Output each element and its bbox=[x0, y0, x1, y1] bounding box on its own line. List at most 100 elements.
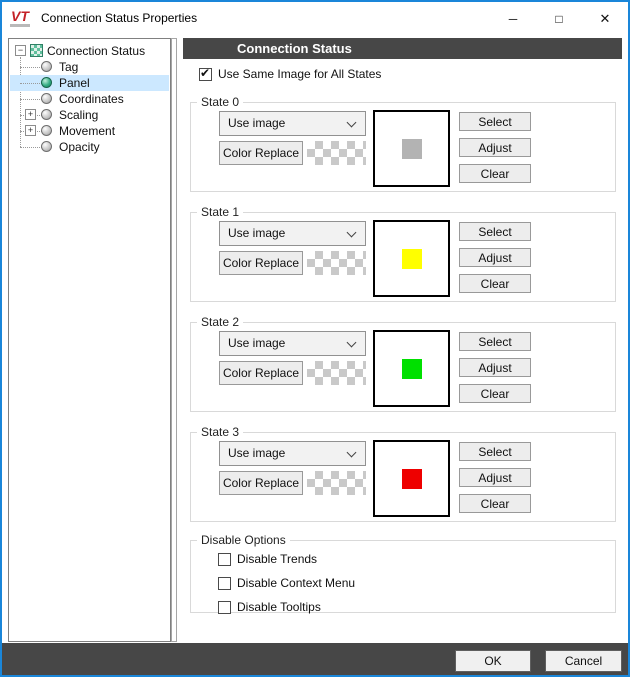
state-0-color-replace-button[interactable]: Color Replace bbox=[219, 141, 303, 165]
dropdown-value: Use image bbox=[228, 336, 285, 350]
state-3-group: State 3 Use image Color Replace Select A… bbox=[190, 432, 616, 522]
state-0-mode-dropdown[interactable]: Use image bbox=[219, 111, 366, 136]
chevron-down-icon bbox=[347, 338, 357, 348]
tree-item-movement[interactable]: + Movement bbox=[10, 123, 169, 139]
dropdown-value: Use image bbox=[228, 446, 285, 460]
minimize-icon: ─ bbox=[509, 12, 518, 26]
window-controls: ─ □ ✕ bbox=[490, 2, 628, 36]
ok-button[interactable]: OK bbox=[455, 650, 531, 672]
state-0-title: State 0 bbox=[197, 95, 243, 109]
state-2-clear-button[interactable]: Clear bbox=[459, 384, 531, 403]
tree-item-label: Scaling bbox=[59, 108, 98, 122]
state-2-adjust-button[interactable]: Adjust bbox=[459, 358, 531, 377]
state-1-clear-button[interactable]: Clear bbox=[459, 274, 531, 293]
property-tree: − Connection Status Tag Panel Coordinate… bbox=[10, 43, 169, 155]
tree-item-panel[interactable]: Panel bbox=[10, 75, 169, 91]
state-2-mode-dropdown[interactable]: Use image bbox=[219, 331, 366, 356]
disable-context-menu-checkbox[interactable] bbox=[218, 577, 231, 590]
titlebar[interactable]: VT Connection Status Properties ─ □ ✕ bbox=[2, 2, 628, 36]
disable-tooltips-row[interactable]: Disable Tooltips bbox=[218, 599, 321, 615]
minimize-button[interactable]: ─ bbox=[490, 2, 536, 36]
cancel-button[interactable]: Cancel bbox=[545, 650, 622, 672]
chevron-down-icon bbox=[347, 118, 357, 128]
close-icon: ✕ bbox=[600, 11, 611, 27]
state-1-adjust-button[interactable]: Adjust bbox=[459, 248, 531, 267]
state-2-group: State 2 Use image Color Replace Select A… bbox=[190, 322, 616, 412]
use-same-image-row[interactable]: ✔ Use Same Image for All States bbox=[199, 66, 381, 82]
tree-item-label: Panel bbox=[59, 76, 90, 90]
use-same-image-label[interactable]: Use Same Image for All States bbox=[218, 67, 381, 81]
expand-icon[interactable]: + bbox=[25, 109, 36, 120]
tree-item-scaling[interactable]: + Scaling bbox=[10, 107, 169, 123]
disable-context-menu-label[interactable]: Disable Context Menu bbox=[237, 576, 355, 590]
state-3-mode-dropdown[interactable]: Use image bbox=[219, 441, 366, 466]
disable-tooltips-checkbox[interactable] bbox=[218, 601, 231, 614]
tree-item-opacity[interactable]: Opacity bbox=[10, 139, 169, 155]
state-3-select-button[interactable]: Select bbox=[459, 442, 531, 461]
disable-context-menu-row[interactable]: Disable Context Menu bbox=[218, 575, 355, 591]
property-tree-panel: − Connection Status Tag Panel Coordinate… bbox=[8, 38, 171, 642]
node-circle-icon bbox=[41, 109, 52, 120]
tree-item-tag[interactable]: Tag bbox=[10, 59, 169, 75]
tree-item-coordinates[interactable]: Coordinates bbox=[10, 91, 169, 107]
state-3-clear-button[interactable]: Clear bbox=[459, 494, 531, 513]
state-1-color-replace-button[interactable]: Color Replace bbox=[219, 251, 303, 275]
checkmark-icon: ✔ bbox=[200, 66, 210, 80]
dialog-window: VT Connection Status Properties ─ □ ✕ − … bbox=[0, 0, 630, 677]
node-circle-icon bbox=[41, 141, 52, 152]
transparent-color-swatch bbox=[307, 471, 366, 495]
state-1-mode-dropdown[interactable]: Use image bbox=[219, 221, 366, 246]
disable-options-title: Disable Options bbox=[197, 533, 290, 547]
state-0-group: State 0 Use image Color Replace Select A… bbox=[190, 102, 616, 192]
state-2-color-replace-button[interactable]: Color Replace bbox=[219, 361, 303, 385]
footer-bar: OK Cancel bbox=[2, 643, 628, 675]
state-2-image-preview bbox=[373, 330, 450, 407]
disable-trends-checkbox[interactable] bbox=[218, 553, 231, 566]
tree-item-label: Connection Status bbox=[47, 44, 145, 58]
state-2-select-button[interactable]: Select bbox=[459, 332, 531, 351]
state-0-select-button[interactable]: Select bbox=[459, 112, 531, 131]
transparent-color-swatch bbox=[307, 361, 366, 385]
maximize-icon: □ bbox=[555, 12, 562, 26]
node-circle-icon bbox=[41, 61, 52, 72]
collapse-icon[interactable]: − bbox=[15, 45, 26, 56]
dropdown-value: Use image bbox=[228, 226, 285, 240]
tree-item-label: Opacity bbox=[59, 140, 100, 154]
close-button[interactable]: ✕ bbox=[582, 2, 628, 36]
state-2-title: State 2 bbox=[197, 315, 243, 329]
dropdown-value: Use image bbox=[228, 116, 285, 130]
state-1-select-button[interactable]: Select bbox=[459, 222, 531, 241]
app-logo-icon: VT bbox=[10, 9, 30, 27]
state-0-clear-button[interactable]: Clear bbox=[459, 164, 531, 183]
state-color-square bbox=[402, 249, 422, 269]
disable-trends-row[interactable]: Disable Trends bbox=[218, 551, 317, 567]
panel-splitter[interactable] bbox=[171, 38, 177, 642]
state-color-square bbox=[402, 469, 422, 489]
state-1-group: State 1 Use image Color Replace Select A… bbox=[190, 212, 616, 302]
state-0-adjust-button[interactable]: Adjust bbox=[459, 138, 531, 157]
state-3-color-replace-button[interactable]: Color Replace bbox=[219, 471, 303, 495]
tree-item-label: Tag bbox=[59, 60, 78, 74]
disable-options-group: Disable Options Disable Trends Disable C… bbox=[190, 540, 616, 613]
use-same-image-checkbox[interactable]: ✔ bbox=[199, 68, 212, 81]
node-circle-icon bbox=[41, 77, 52, 88]
state-3-image-preview bbox=[373, 440, 450, 517]
state-1-title: State 1 bbox=[197, 205, 243, 219]
state-3-adjust-button[interactable]: Adjust bbox=[459, 468, 531, 487]
maximize-button[interactable]: □ bbox=[536, 2, 582, 36]
transparent-color-swatch bbox=[307, 141, 366, 165]
transparent-color-swatch bbox=[307, 251, 366, 275]
expand-icon[interactable]: + bbox=[25, 125, 36, 136]
state-color-square bbox=[402, 359, 422, 379]
state-3-title: State 3 bbox=[197, 425, 243, 439]
image-node-icon bbox=[30, 44, 43, 57]
disable-trends-label[interactable]: Disable Trends bbox=[237, 552, 317, 566]
state-color-square bbox=[402, 139, 422, 159]
tree-item-label: Coordinates bbox=[59, 92, 124, 106]
chevron-down-icon bbox=[347, 228, 357, 238]
disable-tooltips-label[interactable]: Disable Tooltips bbox=[237, 600, 321, 614]
state-0-image-preview bbox=[373, 110, 450, 187]
chevron-down-icon bbox=[347, 448, 357, 458]
state-1-image-preview bbox=[373, 220, 450, 297]
tree-item-connection-status[interactable]: − Connection Status bbox=[10, 43, 169, 59]
